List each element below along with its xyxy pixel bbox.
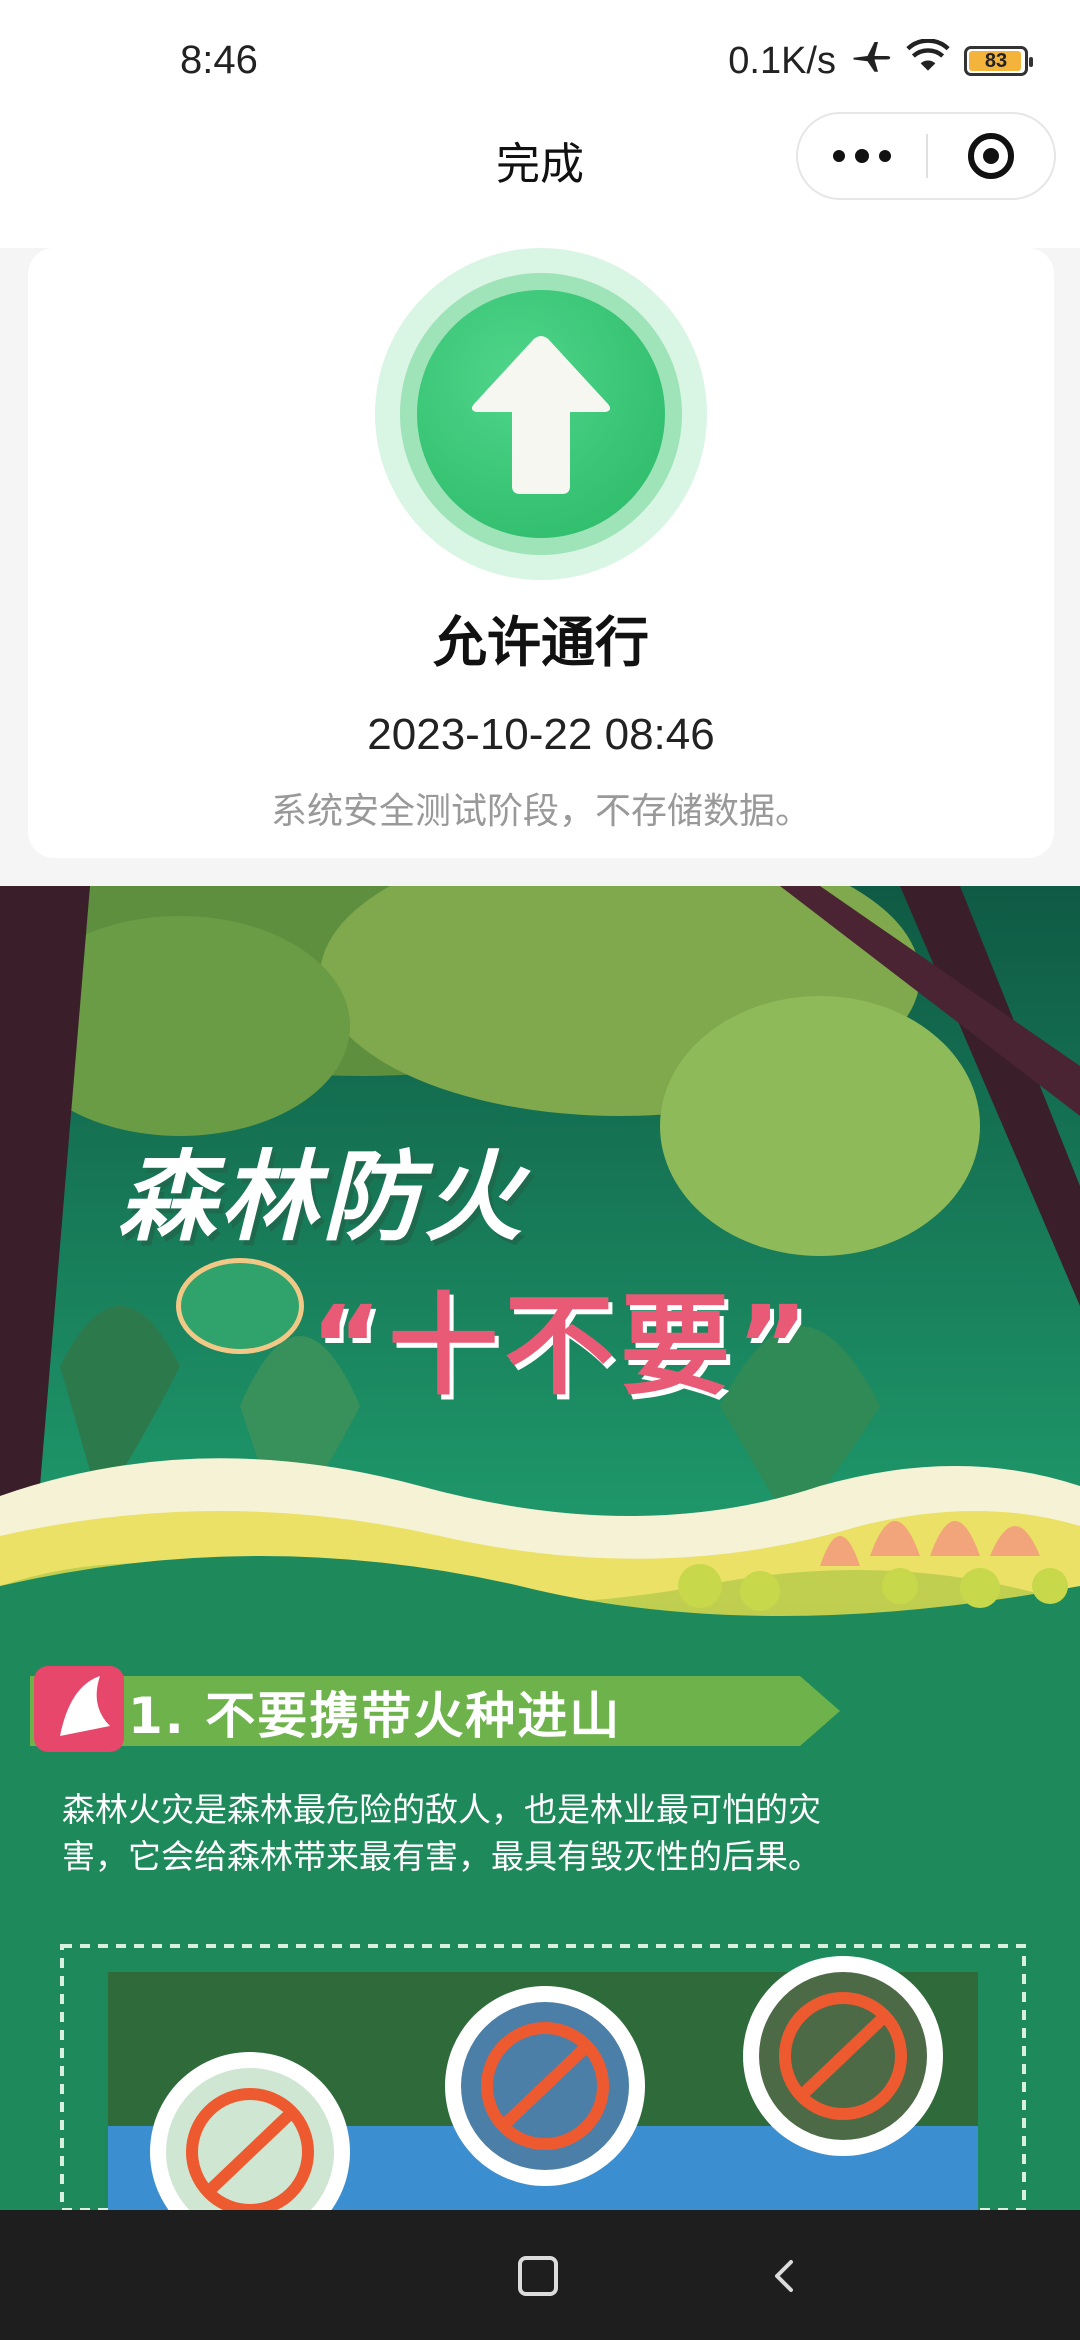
poster-illustration xyxy=(0,886,1080,2210)
status-time: 8:46 xyxy=(180,38,258,82)
poster-subtitle: “十不要” xyxy=(310,1282,815,1410)
chevron-back-icon[interactable] xyxy=(765,2256,805,2296)
square-home-icon[interactable] xyxy=(518,2256,558,2296)
poster-title: 森林防火 xyxy=(118,1141,527,1255)
no-fire-badge-icon xyxy=(176,1258,304,1354)
pass-status-icon xyxy=(375,248,707,580)
pass-title: 允许通行 xyxy=(433,611,649,674)
poster-section-body: 森林火灾是森林最危险的敌人，也是林业最可怕的灾害，它会给森林带来最有害，最具有毁… xyxy=(62,1790,821,1876)
status-right: 0.1K/s 83 xyxy=(728,38,1033,84)
result-card: 允许通行 2023-10-22 08:46 系统安全测试阶段，不存储数据。 xyxy=(28,248,1054,858)
network-speed: 0.1K/s xyxy=(728,39,836,82)
forest-fire-poster: 森林防火 “十不要” 1. 不要携带火种进山 森林火灾是森林最危险的敌人，也是林… xyxy=(0,886,1080,2210)
wifi-icon xyxy=(906,38,950,83)
system-navigation-bar xyxy=(0,2210,1080,2340)
more-dots-icon[interactable] xyxy=(798,114,926,198)
pass-note: 系统安全测试阶段，不存储数据。 xyxy=(270,791,811,832)
up-arrow-icon xyxy=(471,336,611,494)
mini-program-nav-bar: 完成 xyxy=(0,100,1080,248)
capsule-menu xyxy=(796,112,1056,200)
airplane-icon xyxy=(850,38,892,84)
poster-section-heading: 1. 不要携带火种进山 xyxy=(128,1687,622,1745)
pass-datetime: 2023-10-22 08:46 xyxy=(367,710,715,759)
battery-icon: 83 xyxy=(964,46,1033,76)
close-button[interactable] xyxy=(928,114,1054,198)
battery-level: 83 xyxy=(984,49,1008,72)
target-close-icon xyxy=(967,133,1014,179)
